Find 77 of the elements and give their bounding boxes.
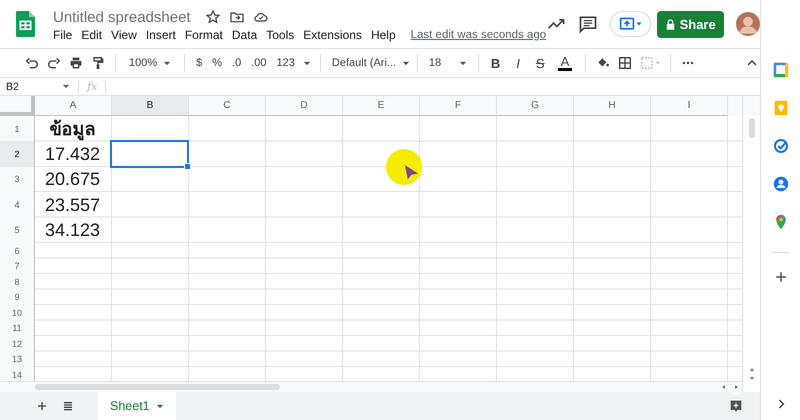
row-header[interactable]: 8 (0, 274, 34, 290)
sheets-logo-icon[interactable] (16, 11, 35, 37)
explore-icon[interactable] (728, 398, 744, 414)
zoom-select[interactable]: 100% (129, 57, 172, 69)
menu-item[interactable]: File (53, 28, 72, 42)
table-cell: 34.123 (44, 219, 100, 242)
present-button[interactable] (610, 11, 652, 37)
number-format-button[interactable]: .0 (230, 57, 244, 69)
tasks-icon[interactable] (772, 138, 788, 154)
menu-item[interactable]: Help (370, 28, 396, 42)
share-button[interactable]: Share (657, 10, 724, 38)
row-header[interactable]: 5 (0, 218, 34, 243)
row-header[interactable]: 11 (0, 320, 34, 336)
text-format-button[interactable]: S (532, 56, 548, 70)
row-header[interactable]: 13 (0, 351, 34, 367)
lock-icon (666, 18, 675, 30)
merge-cells-icon[interactable] (639, 55, 662, 71)
cursor-highlight-drawing (385, 148, 423, 186)
text-format-button[interactable]: I (513, 56, 523, 70)
text-format-button[interactable]: A (558, 55, 572, 71)
undo-icon[interactable] (24, 55, 40, 71)
table-cell: 20.675 (44, 168, 100, 190)
row-header[interactable]: 7 (0, 258, 34, 274)
caret-icon[interactable] (302, 60, 311, 66)
caret-icon (62, 84, 70, 89)
selected-cell[interactable] (110, 140, 189, 168)
row-header[interactable]: 12 (0, 336, 34, 352)
vertical-scrollbar[interactable] (742, 96, 760, 392)
number-format-button[interactable]: $ (194, 57, 204, 69)
table-cell: 17.432 (44, 143, 100, 166)
table-cell: 23.557 (44, 194, 100, 216)
menu-item[interactable]: Edit (81, 28, 102, 42)
borders-icon[interactable] (617, 55, 634, 71)
present-icon (618, 16, 643, 32)
row-header[interactable]: 6 (0, 242, 34, 258)
row-header[interactable]: 3 (0, 166, 34, 192)
comment-icon[interactable] (578, 14, 598, 34)
sheet-tab[interactable]: Sheet1 (98, 392, 176, 420)
name-box[interactable]: B2 (0, 80, 79, 92)
menu-item[interactable]: Insert (146, 28, 176, 42)
scroll-down-icon[interactable] (748, 374, 756, 382)
scroll-up-icon[interactable] (748, 366, 756, 374)
row-header[interactable]: 4 (0, 192, 34, 218)
last-edit-link[interactable]: Last edit was seconds ago (410, 28, 546, 40)
caret-icon (156, 404, 164, 408)
scroll-thumb[interactable] (35, 384, 280, 390)
redo-icon[interactable] (46, 55, 62, 71)
document-title[interactable]: Untitled spreadsheet (53, 8, 191, 26)
menu-item[interactable]: View (111, 28, 137, 42)
menu-item[interactable]: Format (184, 28, 223, 42)
caret-icon (402, 60, 410, 66)
menu-item[interactable]: Data (232, 28, 258, 42)
caret-icon (458, 60, 467, 66)
caret-icon (163, 60, 172, 66)
print-icon[interactable] (68, 55, 84, 71)
scroll-thumb[interactable] (748, 118, 754, 138)
calendar-icon[interactable] (772, 62, 788, 78)
font-select[interactable]: Default (Ari... (332, 57, 406, 69)
row-header[interactable]: 14 (0, 366, 34, 381)
row-header[interactable]: 10 (0, 304, 34, 320)
contacts-icon[interactable] (772, 176, 788, 192)
avatar-icon[interactable] (736, 12, 760, 36)
menu-item[interactable]: Extensions (303, 28, 362, 42)
row-header[interactable]: 9 (0, 289, 34, 305)
column-header[interactable]: B (112, 96, 189, 116)
number-format-button[interactable]: .00 (249, 57, 269, 69)
table-cell: ข้อมูล (50, 118, 96, 140)
horizontal-scrollbar[interactable] (0, 381, 742, 392)
function-label: fx (79, 80, 106, 93)
text-format-button[interactable]: B (488, 56, 504, 70)
menu-item[interactable]: Tools (266, 28, 294, 42)
font-size-select[interactable]: 18 (428, 57, 467, 69)
row-header[interactable]: 2 (0, 141, 34, 167)
row-header[interactable]: 1 (0, 116, 34, 142)
star-icon[interactable] (204, 9, 221, 25)
number-format-button[interactable]: 123 (274, 57, 297, 69)
number-format-button[interactable]: % (210, 57, 224, 69)
